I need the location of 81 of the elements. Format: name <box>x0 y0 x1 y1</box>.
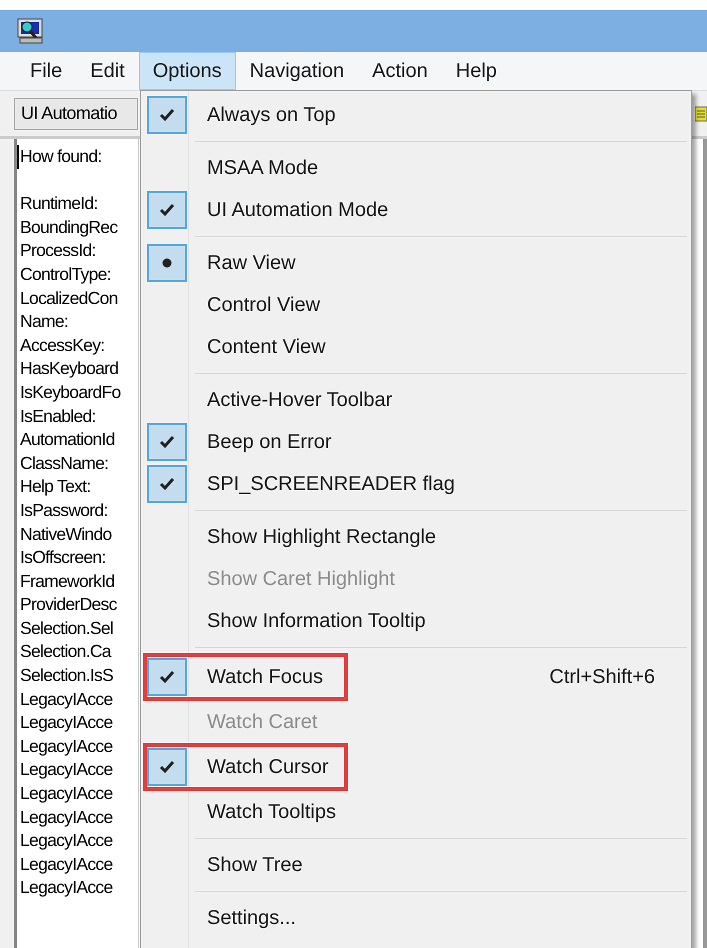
shortcut-label: Ctrl+Shift+6 <box>549 666 655 688</box>
menu-option[interactable]: Watch Tooltips <box>143 791 689 833</box>
menu-option-label: Control View <box>207 294 322 316</box>
menu-option[interactable]: MSAA Mode <box>143 147 689 189</box>
property-label: Selection.Ca <box>20 640 111 664</box>
property-label: HasKeyboard <box>20 357 118 380</box>
checkmark-icon <box>159 670 175 684</box>
property-label: ControlType: <box>20 262 111 286</box>
menu-option[interactable]: Beep on Error <box>143 421 689 463</box>
menu-item[interactable]: File <box>16 52 76 90</box>
menu-option[interactable]: Show Information Tooltip <box>143 600 689 642</box>
property-label: Help Text: <box>20 475 90 498</box>
menu-option[interactable]: Watch Cursor <box>143 743 689 791</box>
property-label: IsOffscreen: <box>20 546 106 570</box>
menu-option-label: Watch Focus <box>207 666 324 688</box>
menu-option-label: Active-Hover Toolbar <box>207 388 394 412</box>
menu-option[interactable]: Control View <box>143 284 689 326</box>
property-label: BoundingRec <box>20 216 118 239</box>
property-label: ProcessId: <box>20 239 96 262</box>
menu-option-label: Show Information Tooltip <box>207 610 427 632</box>
menu-item[interactable]: Options <box>138 52 236 90</box>
menu-option-label: Show Tree <box>207 854 304 876</box>
menu-item[interactable]: Action <box>358 52 442 90</box>
menu-option[interactable]: SPI_SCREENREADER flag <box>143 463 689 505</box>
checkmark-icon <box>159 203 175 217</box>
menu-option[interactable]: Always on Top <box>143 94 689 136</box>
menu-option-label: MSAA Mode <box>207 156 320 180</box>
property-label: IsKeyboardFo <box>20 380 121 404</box>
property-label: LocalizedCon <box>20 286 118 310</box>
menu-item[interactable]: Edit <box>76 52 139 90</box>
property-label: LegacyIAcce <box>20 806 112 829</box>
checkmark-icon <box>159 477 175 491</box>
menu-option-label: Settings... <box>207 906 297 930</box>
property-label: LegacyIAcce <box>20 829 112 852</box>
menu-option-label: SPI_SCREENREADER flag <box>207 472 456 496</box>
property-label: LegacyIAcce <box>20 782 112 806</box>
property-label: AccessKey: <box>20 334 104 357</box>
property-label: IsEnabled: <box>20 404 96 428</box>
menu-option[interactable]: UI Automation Mode <box>143 189 689 231</box>
property-label: RuntimeId: <box>20 192 98 216</box>
menu-option[interactable]: Settings... <box>143 897 689 939</box>
menu-option-label: Beep on Error <box>207 430 333 454</box>
property-label: IsPassword: <box>20 498 108 522</box>
menu-option[interactable]: Active-Hover Toolbar <box>143 379 689 421</box>
property-label: LegacyIAcce <box>20 758 112 782</box>
property-label: LegacyIAcce <box>20 711 112 734</box>
menu-option-label: Show Caret Highlight <box>207 568 396 590</box>
property-label: LegacyIAcce <box>20 876 112 900</box>
property-label: Name: <box>20 310 68 334</box>
toolbar-icon[interactable] <box>695 106 707 122</box>
property-label: LegacyIAcce <box>20 852 112 876</box>
property-label: AutomationId <box>20 428 115 452</box>
checkmark-icon <box>159 108 175 122</box>
menu-option-label: Always on Top <box>207 104 337 126</box>
bullet-icon <box>162 258 172 268</box>
menu-option-label: Watch Cursor <box>207 756 330 778</box>
property-label: FrameworkId <box>20 570 114 593</box>
property-label: How found: <box>17 145 102 169</box>
menu-option-label: Show Highlight Rectangle <box>207 526 438 548</box>
property-label: NativeWindo <box>20 522 112 546</box>
property-label: Selection.Sel <box>20 616 114 640</box>
menu-option[interactable]: Show Tree <box>143 844 689 886</box>
menu-option-label: Content View <box>207 336 327 358</box>
checkmark-icon <box>159 435 175 449</box>
menu-option-label: Watch Tooltips <box>207 800 337 824</box>
property-label: LegacyIAcce <box>20 688 112 711</box>
menu-option-label: Raw View <box>207 252 297 274</box>
property-label: LegacyIAcce <box>20 734 112 758</box>
menu-option[interactable]: Content View <box>143 326 689 368</box>
menu-option-label: UI Automation Mode <box>207 198 390 222</box>
view-selector[interactable]: UI Automatio <box>14 98 138 130</box>
menu-option[interactable]: Watch Focus Ctrl+Shift+6 <box>143 653 689 701</box>
menu-item[interactable]: Navigation <box>236 52 358 90</box>
property-label: ClassName: <box>20 452 108 475</box>
menu-option[interactable]: Raw View <box>143 242 689 284</box>
property-label: Selection.IsS <box>20 664 114 688</box>
menu-option-label: Watch Caret <box>207 710 318 734</box>
menu-item[interactable]: Help <box>442 52 511 90</box>
menu-option[interactable]: Show Highlight Rectangle <box>143 516 689 558</box>
checkmark-icon <box>159 760 175 774</box>
property-label: ProviderDesc <box>20 593 117 616</box>
